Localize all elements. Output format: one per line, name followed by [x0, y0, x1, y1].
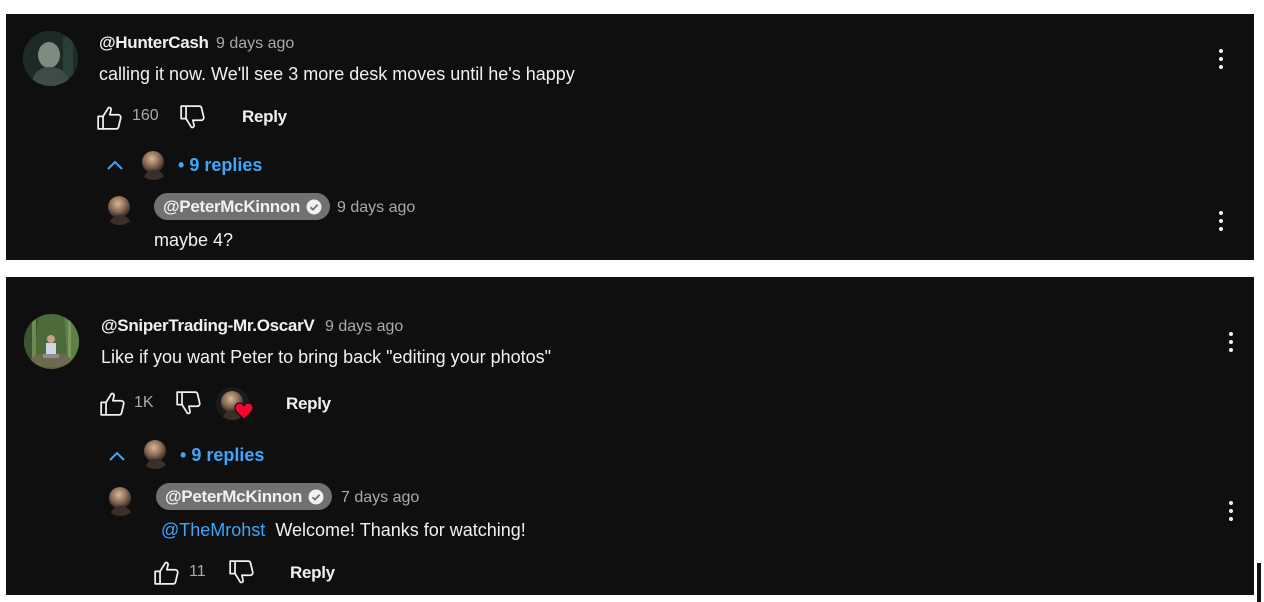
more-vert-icon[interactable] [1219, 211, 1223, 235]
reply-button[interactable]: Reply [290, 563, 335, 583]
thumbs-down-icon[interactable] [175, 390, 201, 416]
comment-text: Like if you want Peter to bring back "ed… [101, 347, 552, 367]
replies-count-link[interactable]: • 9 replies [178, 155, 262, 176]
reply-text: maybe 4? [154, 230, 234, 250]
more-vert-icon[interactable] [1229, 501, 1233, 525]
creator-name-chip[interactable]: @PeterMcKinnon [154, 193, 331, 220]
comment-thread-2: @SniperTrading-Mr.OscarV 9 days ago Like… [6, 277, 1254, 595]
creator-avatar-small [139, 436, 172, 469]
verified-check-icon [306, 199, 322, 214]
reply-username[interactable]: @PeterMcKinnon [165, 487, 302, 507]
reply-timestamp[interactable]: 7 days ago [341, 489, 419, 507]
thumbs-down-icon[interactable] [228, 559, 254, 585]
like-count: 11 [189, 563, 206, 580]
reply-text: @TheMrohst Welcome! Thanks for watching! [161, 520, 526, 541]
avatar-snipertrading[interactable] [24, 314, 79, 369]
reply-username[interactable]: @PeterMcKinnon [163, 197, 300, 217]
reply-button[interactable]: Reply [242, 107, 287, 127]
avatar-huntercash[interactable] [23, 31, 78, 86]
replies-count[interactable]: 9 replies [189, 155, 262, 175]
comment-username[interactable]: @HunterCash [99, 33, 209, 53]
reply-button[interactable]: Reply [286, 394, 331, 414]
comment-text: calling it now. We'll see 3 more desk mo… [99, 64, 575, 84]
creator-heart-icon [234, 402, 254, 420]
text-cursor [1257, 563, 1261, 602]
replies-count[interactable]: 9 replies [191, 445, 264, 465]
creator-avatar-small [137, 147, 170, 180]
replies-count-link[interactable]: • 9 replies [180, 445, 264, 466]
chevron-up-icon[interactable] [105, 157, 125, 173]
chevron-up-icon[interactable] [107, 448, 127, 464]
thumbs-up-icon[interactable] [153, 560, 179, 586]
more-vert-icon[interactable] [1229, 332, 1233, 356]
comment-username[interactable]: @SniperTrading-Mr.OscarV [101, 316, 315, 336]
reply-timestamp[interactable]: 9 days ago [337, 199, 415, 217]
creator-name-chip[interactable]: @PeterMcKinnon [156, 483, 333, 510]
more-vert-icon[interactable] [1219, 49, 1223, 73]
avatar-image [23, 31, 78, 86]
like-count: 1K [134, 394, 154, 411]
verified-check-icon [308, 489, 324, 504]
comment-timestamp[interactable]: 9 days ago [216, 35, 294, 53]
thumbs-down-icon[interactable] [179, 104, 205, 130]
thumbs-up-icon[interactable] [99, 391, 125, 417]
comment-timestamp[interactable]: 9 days ago [325, 318, 403, 336]
mention-link[interactable]: @TheMrohst [161, 520, 265, 540]
avatar-petermckinnon[interactable] [104, 483, 137, 516]
thumbs-up-icon[interactable] [96, 105, 122, 131]
avatar-petermckinnon[interactable] [103, 192, 136, 225]
avatar-image [24, 314, 79, 369]
reply-message: Welcome! Thanks for watching! [275, 520, 526, 540]
comment-thread-1: @HunterCash 9 days ago calling it now. W… [6, 14, 1254, 260]
like-count: 160 [132, 107, 159, 124]
